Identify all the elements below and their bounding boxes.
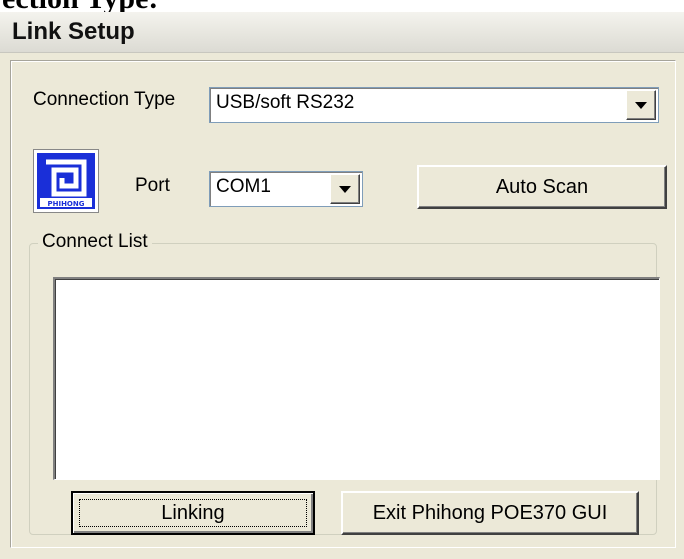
port-dropdown-button[interactable] bbox=[330, 174, 360, 204]
port-select[interactable]: COM1 bbox=[209, 171, 363, 207]
focus-indicator bbox=[79, 499, 307, 527]
dialog-panel: Connection Type USB/soft RS232 PHIHONG P… bbox=[10, 60, 676, 548]
connection-type-label: Connection Type bbox=[33, 89, 176, 110]
connection-type-dropdown-button[interactable] bbox=[626, 90, 656, 120]
connection-type-value: USB/soft RS232 bbox=[216, 92, 355, 113]
window-title: Link Setup bbox=[12, 18, 135, 45]
auto-scan-button[interactable]: Auto Scan bbox=[417, 165, 667, 209]
chevron-down-icon bbox=[339, 185, 351, 193]
port-label: Port bbox=[135, 175, 170, 196]
linking-button[interactable]: Linking bbox=[71, 491, 315, 535]
port-value: COM1 bbox=[216, 176, 271, 197]
title-bar: Link Setup bbox=[0, 12, 684, 53]
phihong-logo-icon: PHIHONG bbox=[33, 149, 99, 213]
logo-text: PHIHONG bbox=[47, 200, 84, 208]
exit-button[interactable]: Exit Phihong POE370 GUI bbox=[341, 491, 639, 535]
connection-type-select[interactable]: USB/soft RS232 bbox=[209, 87, 659, 123]
connect-list-box[interactable] bbox=[53, 277, 660, 480]
link-setup-window: Link Setup Connection Type USB/soft RS23… bbox=[0, 12, 684, 559]
connect-list-label: Connect List bbox=[38, 231, 152, 253]
chevron-down-icon bbox=[635, 101, 647, 109]
